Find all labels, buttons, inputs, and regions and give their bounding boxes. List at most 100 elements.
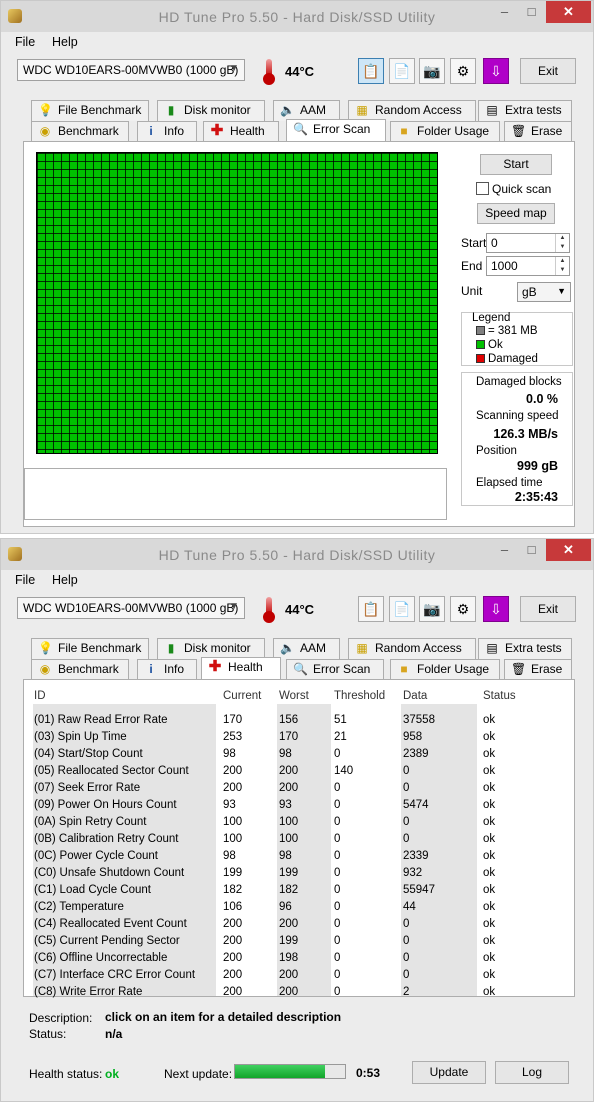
- table-row[interactable]: (0C) Power Cycle Count 98 98 0 2339 ok: [32, 848, 569, 865]
- title-bar[interactable]: HD Tune Pro 5.50 - Hard Disk/SSD Utility…: [1, 539, 593, 570]
- tab-extra-tests[interactable]: ▤ Extra tests: [478, 100, 572, 121]
- column-header-id[interactable]: ID: [34, 690, 46, 702]
- cell-current: 100: [223, 833, 243, 845]
- tab-extra-tests[interactable]: ▤ Extra tests: [478, 638, 572, 659]
- table-row[interactable]: (C1) Load Cycle Count 182 182 0 55947 ok: [32, 882, 569, 899]
- column-header-current[interactable]: Current: [223, 690, 261, 702]
- legend-box: Legend = 381 MB Ok Damaged: [461, 312, 573, 366]
- column-header-worst[interactable]: Worst: [279, 690, 309, 702]
- table-row[interactable]: (C6) Offline Uncorrectable 200 198 0 0 ok: [32, 950, 569, 967]
- tab-aam[interactable]: 🔈 AAM: [273, 638, 340, 659]
- unit-label: Unit: [461, 284, 483, 298]
- table-row[interactable]: (C2) Temperature 106 96 0 44 ok: [32, 899, 569, 916]
- screenshot-icon[interactable]: 📷: [419, 58, 445, 84]
- table-row[interactable]: (C4) Reallocated Event Count 200 200 0 0 ok: [32, 916, 569, 933]
- tab-benchmark[interactable]: ◉ Benchmark: [31, 121, 129, 142]
- speed-map-button[interactable]: Speed map: [477, 203, 555, 224]
- table-row[interactable]: (01) Raw Read Error Rate 170 156 51 37558 ok: [32, 712, 569, 729]
- menu-help[interactable]: Help: [52, 35, 78, 49]
- minimize-icon[interactable]: –: [491, 1, 518, 23]
- tab-disk-monitor[interactable]: ▮ Disk monitor: [157, 638, 265, 659]
- tab-folder-usage[interactable]: ■ Folder Usage: [390, 659, 500, 680]
- tab-folder-usage[interactable]: ■ Folder Usage: [390, 121, 500, 142]
- tab-health[interactable]: ✚ Health: [203, 121, 279, 142]
- tab-aam[interactable]: 🔈 AAM: [273, 100, 340, 121]
- menu-file[interactable]: File: [15, 573, 35, 587]
- spinner-arrows-icon[interactable]: ▲ ▼: [555, 234, 569, 252]
- table-row[interactable]: (07) Seek Error Rate 200 200 0 0 ok: [32, 780, 569, 797]
- exit-button[interactable]: Exit: [520, 58, 576, 84]
- tab-label: Health: [230, 124, 265, 138]
- maximize-icon[interactable]: □: [518, 539, 545, 561]
- copy-text-icon[interactable]: 📋: [358, 596, 384, 622]
- cell-worst: 100: [279, 833, 299, 845]
- menu-file[interactable]: File: [15, 35, 35, 49]
- table-row[interactable]: (03) Spin Up Time 253 170 21 958 ok: [32, 729, 569, 746]
- scan-log-box[interactable]: [24, 468, 447, 520]
- table-row[interactable]: (C5) Current Pending Sector 200 199 0 0 ok: [32, 933, 569, 950]
- tab-error-scan[interactable]: 🔍 Error Scan: [286, 659, 384, 680]
- tab-erase[interactable]: 🗑 Erase: [504, 121, 572, 142]
- exit-button[interactable]: Exit: [520, 596, 576, 622]
- title-bar[interactable]: HD Tune Pro 5.50 - Hard Disk/SSD Utility…: [1, 1, 593, 32]
- table-row[interactable]: (0A) Spin Retry Count 100 100 0 0 ok: [32, 814, 569, 831]
- table-row[interactable]: (C8) Write Error Rate 200 200 0 2 ok: [32, 984, 569, 1001]
- column-header-threshold[interactable]: Threshold: [334, 690, 385, 702]
- save-download-icon[interactable]: ⇩: [483, 58, 509, 84]
- spinner-arrows-icon[interactable]: ▲ ▼: [555, 257, 569, 275]
- tab-random-access[interactable]: ▦ Random Access: [348, 100, 476, 121]
- menu-bar: File Help: [1, 570, 593, 590]
- start-scan-button[interactable]: Start: [480, 154, 552, 175]
- maximize-icon[interactable]: □: [518, 1, 545, 23]
- options-icon[interactable]: ⚙: [450, 58, 476, 84]
- table-row[interactable]: (04) Start/Stop Count 98 98 0 2389 ok: [32, 746, 569, 763]
- file-benchmark-icon: 💡: [38, 103, 53, 117]
- copy-text-icon[interactable]: 📋: [358, 58, 384, 84]
- tab-random-access[interactable]: ▦ Random Access: [348, 638, 476, 659]
- table-row[interactable]: (09) Power On Hours Count 93 93 0 5474 ok: [32, 797, 569, 814]
- copy-all-icon[interactable]: 📄: [389, 596, 415, 622]
- column-header-status[interactable]: Status: [483, 690, 516, 702]
- cell-current: 200: [223, 918, 243, 930]
- cell-worst: 200: [279, 765, 299, 777]
- menu-help[interactable]: Help: [52, 573, 78, 587]
- save-download-icon[interactable]: ⇩: [483, 596, 509, 622]
- drive-select[interactable]: WDC WD10EARS-00MVWB0 (1000 gB) ▼: [17, 59, 245, 81]
- minimize-icon[interactable]: –: [491, 539, 518, 561]
- tab-error-scan[interactable]: 🔍 Error Scan: [286, 119, 386, 142]
- table-header: ID Current Worst Threshold Data Status: [32, 688, 569, 705]
- end-input[interactable]: 1000 ▲ ▼: [486, 256, 570, 276]
- close-icon[interactable]: ✕: [546, 539, 591, 561]
- column-header-data[interactable]: Data: [403, 690, 427, 702]
- start-input[interactable]: 0 ▲ ▼: [486, 233, 570, 253]
- cell-data: 932: [403, 867, 423, 879]
- table-row[interactable]: (05) Reallocated Sector Count 200 200 140 0 o…: [32, 763, 569, 780]
- chevron-down-icon: ▼: [229, 63, 239, 74]
- toolbar: WDC WD10EARS-00MVWB0 (1000 gB) ▼ 44°C 📋 …: [1, 590, 593, 632]
- cell-status: ok: [483, 952, 496, 964]
- cell-id: (04) Start/Stop Count: [34, 748, 143, 760]
- start-input-value: 0: [491, 236, 498, 250]
- screenshot-icon[interactable]: 📷: [419, 596, 445, 622]
- table-row[interactable]: (C7) Interface CRC Error Count 200 200 0 0 ok: [32, 967, 569, 984]
- unit-select[interactable]: gB ▼: [517, 282, 571, 302]
- close-icon[interactable]: ✕: [546, 1, 591, 23]
- tab-disk-monitor[interactable]: ▮ Disk monitor: [157, 100, 265, 121]
- tab-label: Erase: [531, 124, 563, 138]
- log-button[interactable]: Log: [495, 1061, 569, 1084]
- info-icon: i: [149, 124, 153, 138]
- tab-health[interactable]: ✚ Health: [201, 657, 281, 680]
- tab-erase[interactable]: 🗑 Erase: [504, 659, 572, 680]
- quick-scan-checkbox[interactable]: [476, 182, 489, 195]
- tab-file-benchmark[interactable]: 💡 File Benchmark: [31, 100, 149, 121]
- tab-info[interactable]: i Info: [137, 659, 197, 680]
- options-icon[interactable]: ⚙: [450, 596, 476, 622]
- update-button[interactable]: Update: [412, 1061, 486, 1084]
- drive-select[interactable]: WDC WD10EARS-00MVWB0 (1000 gB) ▼: [17, 597, 245, 619]
- tab-info[interactable]: i Info: [137, 121, 197, 142]
- table-row[interactable]: (0B) Calibration Retry Count 100 100 0 0 ok: [32, 831, 569, 848]
- copy-all-icon[interactable]: 📄: [389, 58, 415, 84]
- tab-file-benchmark[interactable]: 💡 File Benchmark: [31, 638, 149, 659]
- tab-benchmark[interactable]: ◉ Benchmark: [31, 659, 129, 680]
- table-row[interactable]: (C0) Unsafe Shutdown Count 199 199 0 932 ok: [32, 865, 569, 882]
